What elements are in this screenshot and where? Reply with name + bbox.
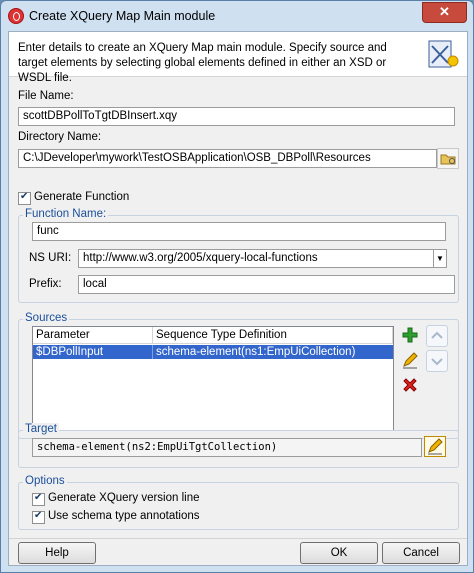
edit-target-button[interactable] bbox=[424, 436, 446, 457]
sources-group-label: Sources bbox=[23, 312, 70, 324]
target-group-label: Target bbox=[23, 423, 59, 435]
title-bar[interactable]: Create XQuery Map Main module ✕ bbox=[1, 1, 473, 31]
generate-function-label: Generate Function bbox=[34, 191, 130, 203]
xquery-wizard-icon bbox=[428, 40, 459, 68]
generate-version-checkbox[interactable] bbox=[32, 492, 45, 506]
add-source-button[interactable] bbox=[400, 325, 420, 345]
chevron-up-icon bbox=[431, 331, 443, 339]
cell-sequence-type: schema-element(ns1:EmpUiCollection) bbox=[156, 346, 356, 358]
directory-name-input[interactable]: C:\JDeveloper\mywork\TestOSBApplication\… bbox=[18, 149, 437, 168]
generate-version-label: Generate XQuery version line bbox=[48, 492, 200, 504]
cell-parameter: $DBPollInput bbox=[33, 345, 153, 359]
schema-annotations-checkbox[interactable] bbox=[32, 510, 45, 524]
pencil-icon bbox=[428, 438, 443, 455]
dialog-client: Enter details to create an XQuery Map ma… bbox=[8, 31, 468, 566]
dialog-window: Create XQuery Map Main module ✕ Enter de… bbox=[0, 0, 474, 573]
ns-uri-label: NS URI: bbox=[29, 252, 72, 264]
move-up-button[interactable] bbox=[426, 325, 448, 347]
close-button[interactable]: ✕ bbox=[422, 2, 467, 23]
header-description: Enter details to create an XQuery Map ma… bbox=[18, 42, 387, 84]
options-group: Options bbox=[18, 475, 459, 530]
chevron-down-icon bbox=[431, 358, 443, 366]
move-down-button[interactable] bbox=[426, 350, 448, 372]
edit-source-button[interactable] bbox=[400, 350, 420, 370]
chevron-down-icon[interactable]: ▼ bbox=[433, 249, 447, 268]
cancel-button[interactable]: Cancel bbox=[382, 542, 460, 564]
column-header-sequence-type[interactable]: Sequence Type Definition bbox=[153, 327, 393, 344]
oracle-app-icon bbox=[8, 8, 24, 24]
prefix-input[interactable]: local bbox=[78, 275, 455, 294]
delete-x-icon bbox=[403, 378, 417, 392]
schema-annotations-label: Use schema type annotations bbox=[48, 510, 200, 522]
delete-source-button[interactable] bbox=[400, 375, 420, 395]
window-title: Create XQuery Map Main module bbox=[29, 9, 216, 23]
file-name-label: File Name: bbox=[18, 90, 74, 102]
ns-uri-select[interactable]: http://www.w3.org/2005/xquery-local-func… bbox=[78, 249, 443, 268]
function-name-input[interactable]: func bbox=[32, 222, 446, 241]
browse-directory-button[interactable] bbox=[437, 148, 459, 169]
prefix-label: Prefix: bbox=[29, 278, 62, 290]
folder-icon bbox=[440, 154, 456, 165]
help-button[interactable]: Help bbox=[18, 542, 96, 564]
function-name-group-label: Function Name: bbox=[23, 208, 109, 220]
plus-icon bbox=[402, 327, 418, 343]
table-row[interactable]: $DBPollInput schema-element(ns1:EmpUiCol… bbox=[33, 345, 393, 359]
sources-table[interactable]: Parameter Sequence Type Definition $DBPo… bbox=[32, 326, 394, 431]
footer-divider bbox=[9, 538, 467, 539]
ok-button[interactable]: OK bbox=[300, 542, 378, 564]
header-panel: Enter details to create an XQuery Map ma… bbox=[9, 32, 467, 84]
target-field: schema-element(ns2:EmpUiTgtCollection) bbox=[32, 438, 422, 457]
directory-name-label: Directory Name: bbox=[18, 131, 102, 143]
pencil-icon bbox=[403, 352, 418, 369]
generate-function-checkbox[interactable] bbox=[18, 191, 31, 205]
column-header-parameter[interactable]: Parameter bbox=[33, 327, 153, 344]
options-group-label: Options bbox=[23, 475, 67, 487]
file-name-input[interactable]: scottDBPollToTgtDBInsert.xqy bbox=[18, 107, 455, 126]
